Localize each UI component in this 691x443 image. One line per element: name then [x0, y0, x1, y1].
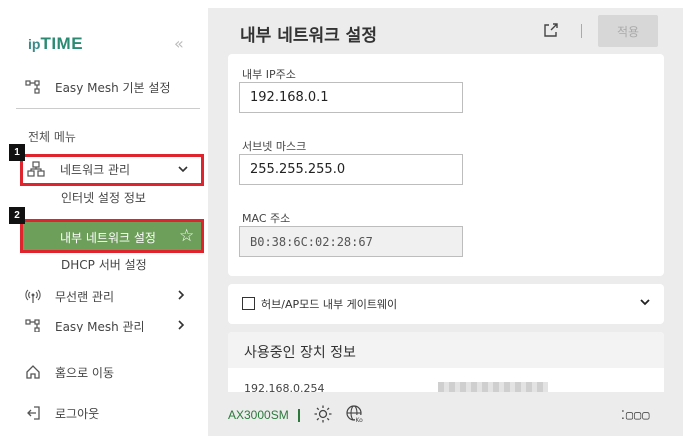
annotation-badge-2: 2	[9, 207, 25, 224]
theme-sun-icon[interactable]	[313, 404, 333, 424]
annotation-badge-1: 1	[9, 144, 25, 161]
subnet-mask-field[interactable]: 255.255.255.0	[239, 154, 463, 185]
sidebar-item-easy-mesh-setup[interactable]: Easy Mesh 기본 설정	[6, 75, 209, 99]
sidebar-item-label: 내부 네트워크 설정	[60, 231, 156, 245]
sidebar-subitem-internal-network[interactable]: 내부 네트워크 설정 ☆	[20, 219, 204, 253]
logo-time-text: TIME	[40, 34, 84, 53]
device-info-header: 사용중인 장치 정보	[228, 332, 664, 368]
sidebar-subitem-dhcp[interactable]: DHCP 서버 설정	[61, 256, 147, 273]
sidebar-item-label: 네트워크 관리	[60, 163, 131, 177]
chevron-right-icon	[176, 289, 186, 304]
footer-divider	[298, 409, 300, 422]
wireless-icon	[24, 287, 42, 305]
model-name: AX3000SM	[228, 408, 289, 422]
mesh-icon	[24, 78, 42, 96]
svg-text:Ko: Ko	[356, 417, 364, 424]
main-panel: 내부 네트워크 설정 적용 내부 IP주소 192.168.0.1 서브넷 마스…	[208, 8, 683, 436]
mac-address-label: MAC 주소	[242, 212, 291, 225]
header: 내부 네트워크 설정 적용	[208, 8, 683, 54]
network-settings-card: 내부 IP주소 192.168.0.1 서브넷 마스크 255.255.255.…	[228, 54, 664, 276]
subnet-mask-label: 서브넷 마스크	[242, 140, 307, 153]
device-info-title: 사용중인 장치 정보	[244, 345, 356, 361]
sidebar-item-logout[interactable]: 로그아웃	[6, 401, 209, 425]
collapse-sidebar-icon[interactable]: «	[174, 34, 184, 53]
sidebar-subitem-internet-settings[interactable]: 인터넷 설정 정보	[61, 189, 146, 206]
chevron-right-icon	[176, 319, 186, 333]
device-row-mac-blurred	[438, 382, 548, 392]
sidebar-item-label: 홈으로 이동	[55, 365, 115, 380]
gateway-checkbox[interactable]	[242, 297, 255, 310]
sidebar-item-label: Easy Mesh 관리	[55, 319, 145, 333]
ip-address-label: 내부 IP주소	[242, 68, 296, 81]
ip-address-field[interactable]: 192.168.0.1	[239, 82, 463, 113]
sidebar-item-label: 무선랜 관리	[55, 289, 115, 304]
device-info-card: 사용중인 장치 정보 192.168.0.254	[228, 332, 664, 392]
mac-address-field: B0:38:6C:02:28:67	[239, 226, 463, 257]
chevron-down-icon[interactable]	[639, 296, 651, 311]
sidebar-divider	[16, 108, 200, 109]
sidebar-clip: Easy Mesh 관리	[6, 310, 209, 332]
header-divider	[581, 24, 582, 38]
iptime-logo[interactable]: ipTIME	[28, 34, 83, 54]
sidebar: ipTIME « Easy Mesh 기본 설정 전체 메뉴 네트워크 관리 1…	[6, 8, 209, 434]
all-menu-label: 전체 메뉴	[28, 130, 76, 144]
export-icon[interactable]	[543, 22, 559, 38]
network-icon	[27, 161, 45, 181]
footer-bar: AX3000SM Ko ⁚▢▢▢	[208, 396, 683, 436]
device-row-ip: 192.168.0.254	[244, 382, 325, 392]
language-globe-icon[interactable]: Ko	[345, 404, 365, 424]
sidebar-item-network-mgmt[interactable]: 네트워크 관리	[20, 154, 204, 186]
logo-ip-text: ip	[28, 36, 41, 52]
gateway-label: 허브/AP모드 내부 게이트웨이	[261, 298, 398, 311]
layout-toggle-icon[interactable]: ⁚▢▢▢	[621, 408, 651, 422]
page-title: 내부 네트워크 설정	[240, 26, 377, 46]
gateway-option-card[interactable]: 허브/AP모드 내부 게이트웨이	[228, 284, 664, 324]
sidebar-item-label: Easy Mesh 기본 설정	[55, 80, 171, 95]
sidebar-item-label: 로그아웃	[55, 406, 100, 421]
logout-icon	[24, 404, 42, 422]
favorite-star-icon[interactable]: ☆	[179, 226, 194, 246]
sidebar-item-easy-mesh-mgmt[interactable]: Easy Mesh 관리	[6, 314, 209, 332]
mesh-icon	[24, 317, 42, 332]
chevron-down-icon	[177, 160, 189, 179]
sidebar-item-wireless[interactable]: 무선랜 관리	[6, 284, 209, 308]
router-admin-window: ipTIME « Easy Mesh 기본 설정 전체 메뉴 네트워크 관리 1…	[0, 0, 691, 443]
sidebar-item-home[interactable]: 홈으로 이동	[6, 360, 209, 384]
home-icon	[24, 363, 42, 381]
apply-button[interactable]: 적용	[598, 15, 658, 47]
